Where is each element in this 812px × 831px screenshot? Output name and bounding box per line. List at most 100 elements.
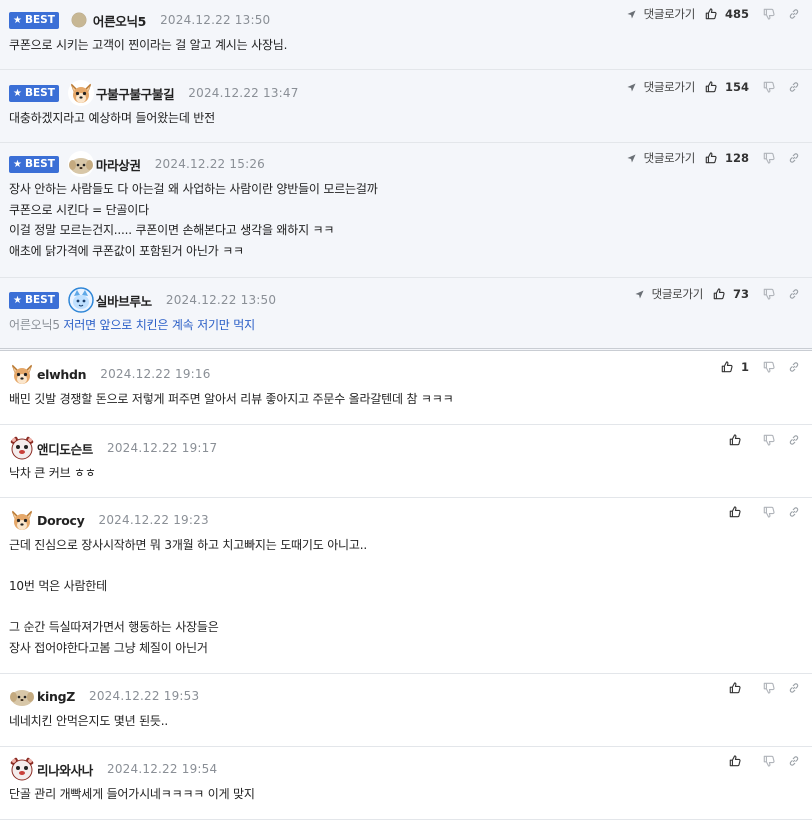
best-label: BEST	[24, 158, 55, 170]
thumbs-down-icon[interactable]	[763, 152, 775, 164]
go-to-reply-link[interactable]: 댓글로가기	[627, 150, 695, 166]
best-comment: ★ BEST 마라상권 2024.12.22 15:26 댓글로가기 128 장사 안하는 …	[0, 143, 812, 278]
comment-body: 근데 진심으로 장사시작하면 뭐 3개월 하고 치고빠지는 도때기도 아니고..…	[9, 535, 812, 658]
avatar-puppy[interactable]	[9, 683, 35, 709]
thumbs-down-icon[interactable]	[763, 288, 775, 300]
comment-actions: 1	[721, 360, 800, 374]
like-count: 128	[724, 151, 749, 165]
comment: Dorocy 2024.12.22 19:23 근데 진심으로 장사시작하면 뭐 3…	[0, 498, 812, 674]
best-label: BEST	[24, 87, 55, 99]
link-icon[interactable]	[788, 506, 800, 518]
like-button[interactable]: 485	[705, 7, 749, 21]
comment-nickname[interactable]: kingZ	[37, 689, 75, 704]
reply-text: 저러면 앞으로 치킨은 계속 저기만 먹지	[63, 318, 255, 332]
link-icon[interactable]	[788, 434, 800, 446]
reply-link-label: 댓글로가기	[651, 287, 704, 301]
comment-nickname[interactable]: Dorocy	[37, 513, 85, 528]
best-badge: ★ BEST	[9, 11, 59, 29]
comment-actions: 댓글로가기 128	[627, 150, 800, 166]
comment-list: ★ BEST 어른오닉5 2024.12.22 13:50 댓글로가기 485 쿠폰으로 시…	[0, 0, 812, 820]
comment-body: 대충하겠지라고 예상하며 들어왔는데 반전	[9, 108, 812, 129]
like-button[interactable]: 128	[705, 151, 749, 165]
thumbs-up-icon	[729, 506, 745, 518]
like-button[interactable]: 154	[705, 80, 749, 94]
reply-link-label: 댓글로가기	[643, 151, 696, 165]
go-to-reply-link[interactable]: 댓글로가기	[627, 79, 695, 95]
avatar-chihuahua[interactable]	[9, 507, 35, 533]
arrow-icon	[627, 9, 640, 19]
link-icon[interactable]	[788, 682, 800, 694]
comment-date: 2024.12.22 19:54	[107, 762, 218, 776]
star-icon: ★	[13, 14, 22, 26]
link-icon[interactable]	[788, 288, 800, 300]
thumbs-up-icon	[729, 682, 745, 694]
thumbs-down-icon[interactable]	[763, 682, 775, 694]
thumbs-down-icon[interactable]	[763, 8, 775, 20]
like-button[interactable]	[729, 755, 749, 767]
comment-actions: 댓글로가기 154	[627, 79, 800, 95]
comment-nickname[interactable]: 구불구불구불길	[96, 84, 175, 103]
like-button[interactable]	[729, 506, 749, 518]
comment-actions: 댓글로가기 73	[635, 286, 800, 302]
comment-date: 2024.12.22 19:17	[107, 441, 218, 455]
comment-line: 이걸 정말 모르는건지..... 쿠폰이면 손해본다고 생각을 왜하지 ㅋㅋ	[9, 223, 335, 237]
like-button[interactable]	[729, 682, 749, 694]
thumbs-up-icon	[705, 152, 721, 164]
comment-actions	[729, 506, 800, 518]
comment-date: 2024.12.22 19:16	[100, 367, 211, 381]
comment-date: 2024.12.22 13:50	[160, 13, 271, 27]
comment-line: 어른오닉5 저러면 앞으로 치킨은 계속 저기만 먹지	[9, 315, 752, 336]
comment-nickname[interactable]: 리나와사나	[37, 760, 93, 779]
comment-nickname[interactable]: 어른오닉5	[93, 11, 147, 30]
comment-nickname[interactable]: elwhdn	[37, 367, 87, 382]
comment-line: 애초에 닭가격에 쿠폰값이 포함된거 아닌가 ㅋㅋ	[9, 243, 244, 258]
comment-line	[9, 556, 752, 577]
like-count: 154	[724, 80, 749, 94]
link-icon[interactable]	[788, 8, 800, 20]
thumbs-down-icon[interactable]	[763, 506, 775, 518]
thumbs-down-icon[interactable]	[763, 755, 775, 767]
best-label: BEST	[24, 14, 55, 26]
link-icon[interactable]	[788, 81, 800, 93]
avatar-bear[interactable]	[9, 435, 35, 461]
avatar-puppy[interactable]	[67, 151, 94, 177]
like-button[interactable]: 1	[721, 360, 749, 374]
comment-line: 대충하겠지라고 예상하며 들어왔는데 반전	[9, 111, 215, 125]
like-count: 1	[740, 360, 749, 374]
comment-nickname[interactable]: 앤디도슨트	[37, 439, 93, 458]
arrow-icon	[627, 153, 640, 163]
avatar-blue-cat[interactable]	[67, 287, 94, 313]
comment-nickname[interactable]: 실바브루노	[96, 291, 152, 310]
comment-header: Dorocy 2024.12.22 19:23	[9, 507, 812, 533]
reply-mention[interactable]: 어른오닉5	[9, 318, 60, 332]
link-icon[interactable]	[788, 361, 800, 373]
avatar-chihuahua[interactable]	[9, 361, 35, 387]
avatar-bear[interactable]	[9, 756, 35, 782]
go-to-reply-link[interactable]: 댓글로가기	[627, 6, 695, 22]
comment-line: 장사 안하는 사람들도 다 아는걸 왜 사업하는 사람이란 양반들이 모르는걸까	[9, 182, 378, 196]
comment: elwhdn 2024.12.22 19:16 1 배민 깃발 경쟁할 돈으로 저렇게…	[0, 351, 812, 425]
thumbs-down-icon[interactable]	[763, 361, 775, 373]
like-button[interactable]	[729, 434, 749, 446]
thumbs-down-icon[interactable]	[763, 81, 775, 93]
link-icon[interactable]	[788, 755, 800, 767]
comment-actions	[729, 434, 800, 446]
comment-nickname[interactable]: 마라상권	[96, 155, 141, 174]
comment-actions: 댓글로가기 485	[627, 6, 800, 22]
like-count: 485	[724, 7, 749, 21]
avatar-beige-dot[interactable]	[71, 12, 87, 28]
link-icon[interactable]	[788, 152, 800, 164]
comment-line: 그 순간 득실따져가면서 행동하는 사장들은	[9, 620, 219, 634]
thumbs-up-icon	[721, 361, 737, 373]
go-to-reply-link[interactable]: 댓글로가기	[635, 286, 703, 302]
like-button[interactable]: 73	[713, 287, 749, 301]
comment: 앤디도슨트 2024.12.22 19:17 낙차 큰 커브 ㅎㅎ	[0, 425, 812, 498]
comment-header: kingZ 2024.12.22 19:53	[9, 683, 812, 709]
comment-line: 단골 관리 개빡세게 들어가시네ㅋㅋㅋㅋ 이게 맞지	[9, 787, 255, 801]
best-badge: ★ BEST	[9, 291, 59, 309]
thumbs-up-icon	[729, 755, 745, 767]
star-icon: ★	[13, 158, 22, 170]
avatar-chihuahua[interactable]	[67, 80, 94, 106]
comment: kingZ 2024.12.22 19:53 네네치킨 안먹은지도 몇년 된듯..	[0, 674, 812, 747]
thumbs-down-icon[interactable]	[763, 434, 775, 446]
